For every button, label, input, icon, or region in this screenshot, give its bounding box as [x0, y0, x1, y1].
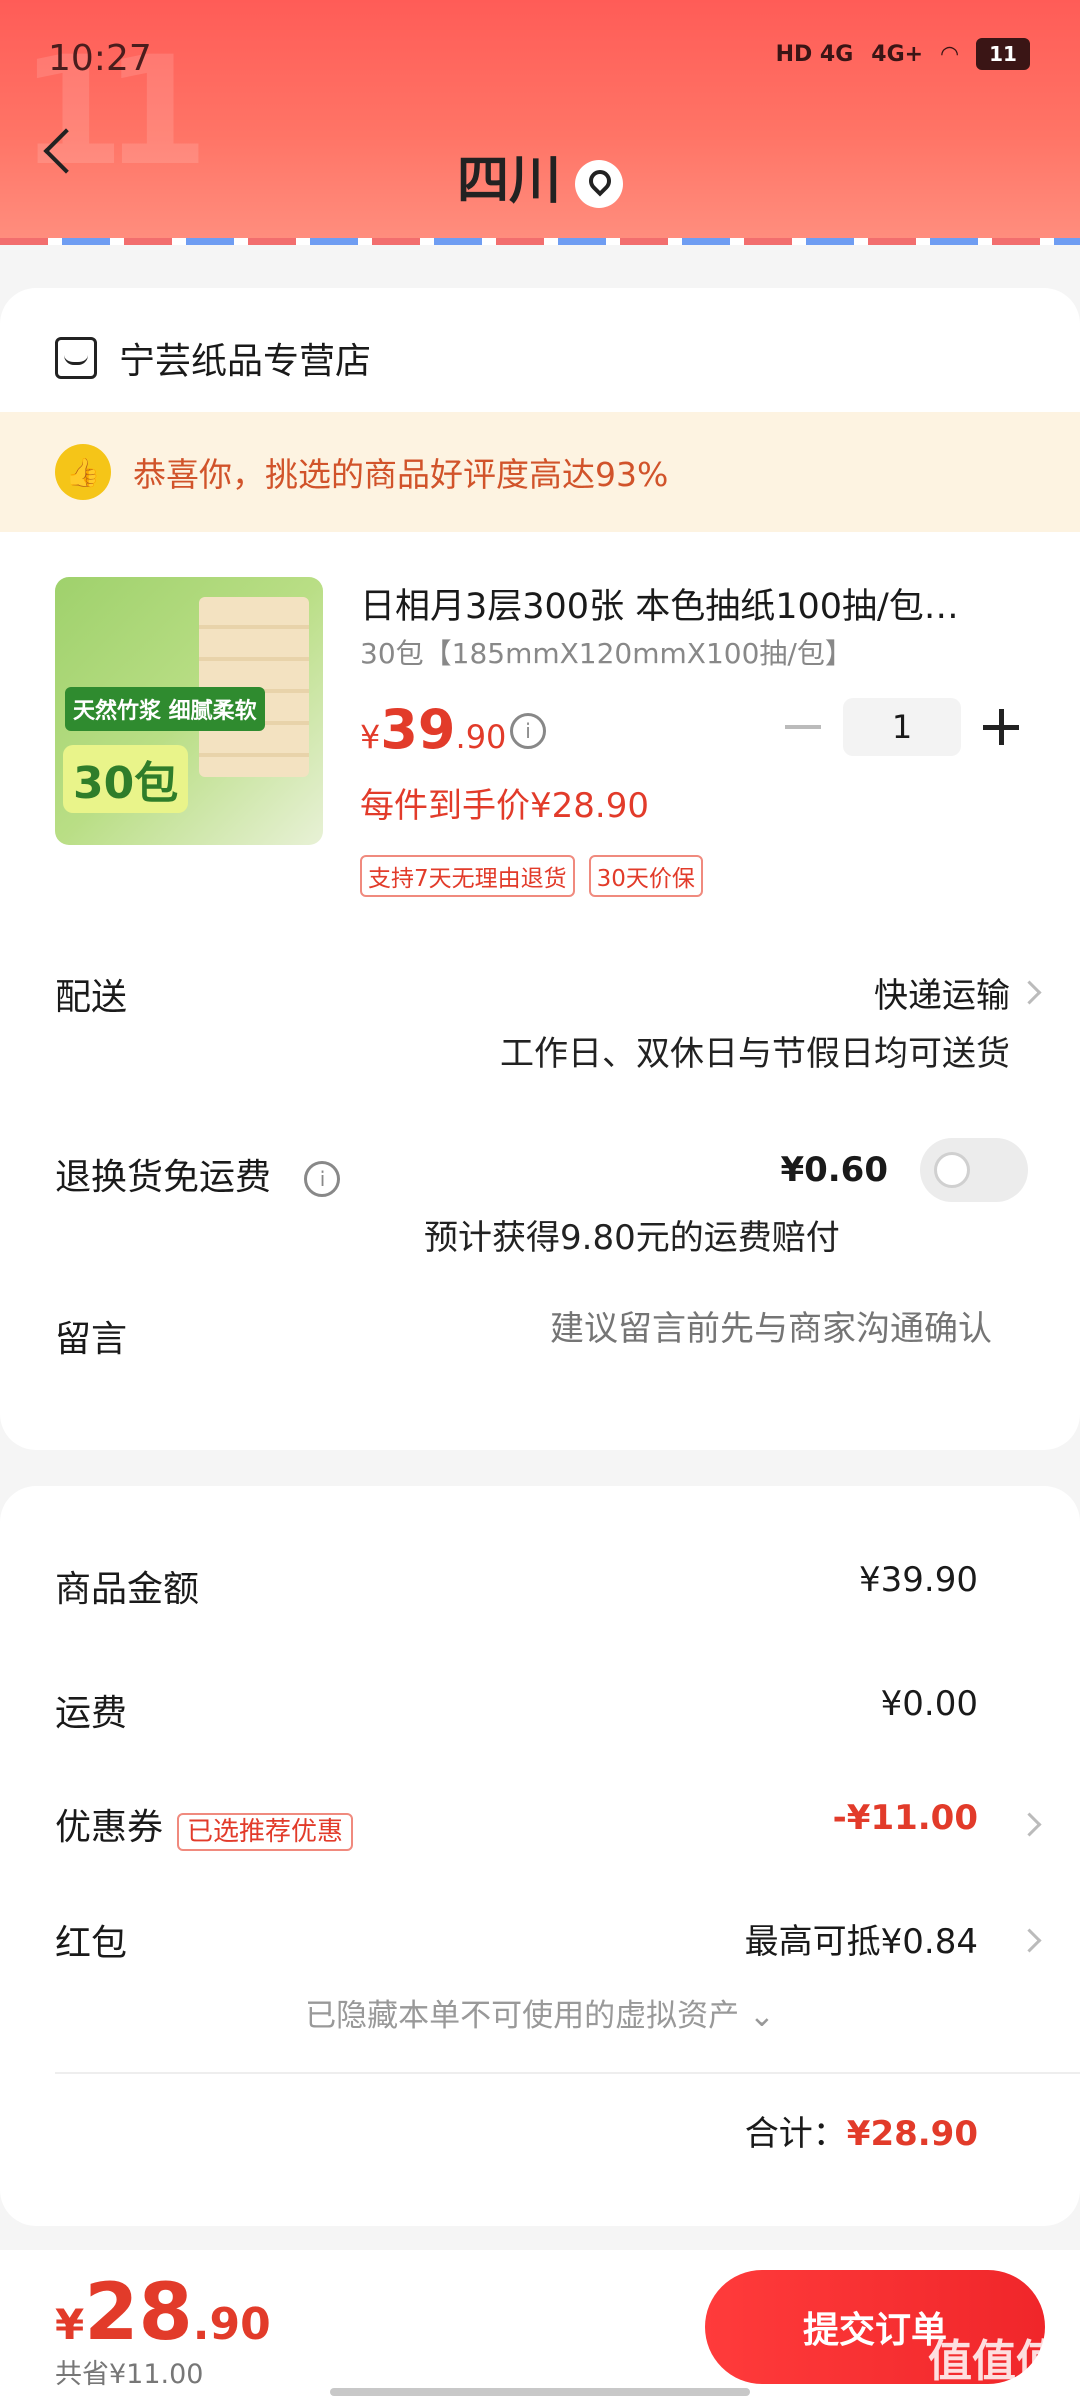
price-currency: ¥ [360, 718, 381, 756]
coupon-label: 优惠券 [55, 1807, 164, 1848]
shipping-label: 运费 [55, 1693, 128, 1734]
return-insurance-text: 退换货免运费 [55, 1157, 272, 1198]
store-icon [55, 337, 97, 379]
header: 11 10:27 HD 4G 4G+ ◠ 11 四川 [0, 0, 1080, 245]
quantity-value[interactable]: 1 [843, 698, 961, 756]
divider [55, 2072, 1080, 2074]
region-selector[interactable]: 四川 [0, 138, 1080, 213]
saved-amount: 共省¥11.00 [55, 2359, 204, 2390]
order-card: 宁芸纸品专营店 👍 恭喜你，挑选的商品好评度高达93% 天然竹浆 细腻柔软 30… [0, 288, 1080, 1450]
pay-dec: .90 [192, 2299, 271, 2350]
network-icon: HD 4G [775, 41, 854, 67]
plus-icon[interactable] [983, 709, 1019, 745]
tag-return: 支持7天无理由退货 [360, 855, 575, 897]
location-icon [575, 160, 623, 208]
minus-icon[interactable] [785, 709, 821, 745]
product-title[interactable]: 日相月3层300张 本色抽纸100抽/包… [360, 578, 1020, 629]
redpacket-label: 红包 [55, 1923, 128, 1964]
total-row: 合计：¥28.90 [745, 2106, 978, 2155]
return-insurance-note: 预计获得9.80元的运费赔付 [424, 1218, 840, 1258]
image-badge: 30包 [63, 745, 189, 813]
coupon-value[interactable]: -¥11.00 [833, 1798, 978, 1838]
envelope-stripe [0, 238, 1080, 245]
price-int: 39 [380, 698, 456, 761]
wifi-icon: ◠ [941, 41, 958, 67]
total-value: ¥28.90 [846, 2114, 978, 2154]
return-insurance-label: 退换货免运费 i [55, 1148, 341, 1200]
delivery-method[interactable]: 快递运输 [874, 968, 1010, 1017]
message-label: 留言 [55, 1319, 128, 1360]
watermark: 值值值 [928, 2336, 1060, 2387]
message-input[interactable] [470, 1308, 994, 1350]
product-tags: 支持7天无理由退货 30天价保 [360, 855, 703, 897]
hidden-assets-toggle[interactable]: 已隐藏本单不可使用的虚拟资产 ⌄ [0, 1990, 1080, 2035]
delivery-label: 配送 [55, 977, 128, 1018]
delivery-note: 工作日、双休日与节假日均可送货 [500, 1034, 1010, 1074]
pay-int: 28 [84, 2268, 193, 2358]
chevron-right-icon[interactable] [1017, 1812, 1042, 1837]
coupon-row[interactable]: 优惠券 已选推荐优惠 [55, 1798, 354, 1851]
region-label: 四川 [456, 151, 561, 211]
chevron-right-icon[interactable] [1017, 1928, 1042, 1953]
store-row[interactable]: 宁芸纸品专营店 [55, 328, 371, 388]
store-name: 宁芸纸品专营店 [119, 341, 372, 382]
thumbs-up-icon: 👍 [55, 444, 111, 500]
rating-banner: 👍 恭喜你，挑选的商品好评度高达93% [0, 412, 1080, 532]
price-dec: .90 [455, 718, 507, 756]
status-time: 10:27 [48, 38, 152, 79]
info-icon[interactable]: i [304, 1161, 341, 1197]
return-insurance-price: ¥0.60 [780, 1150, 888, 1190]
chevron-right-icon[interactable] [1017, 980, 1042, 1005]
total-label: 合计： [744, 2114, 847, 2154]
coupon-badge: 已选推荐优惠 [177, 1812, 354, 1851]
pay-price: ¥28.90 [55, 2268, 271, 2358]
product-spec[interactable]: 30包【185mmX120mmX100抽/包】 [360, 632, 853, 672]
banner-text: 恭喜你，挑选的商品好评度高达93% [133, 455, 669, 494]
price-info-icon[interactable]: i [510, 713, 546, 749]
product-image[interactable]: 天然竹浆 细腻柔软 30包 [55, 577, 323, 845]
home-indicator [330, 2388, 750, 2396]
goods-amount-value: ¥39.90 [859, 1560, 978, 1600]
shipping-value: ¥0.00 [880, 1684, 978, 1724]
return-insurance-toggle[interactable] [920, 1138, 1028, 1202]
goods-amount-label: 商品金额 [55, 1569, 200, 1610]
quantity-stepper: 1 [785, 698, 1019, 756]
network-icon-2: 4G+ [871, 41, 924, 67]
status-icons: HD 4G 4G+ ◠ 11 [776, 38, 1030, 70]
product-price: ¥39.90 [360, 698, 506, 761]
pay-currency: ¥ [55, 2300, 85, 2349]
unit-price: 每件到手价¥28.90 [360, 786, 649, 826]
image-caption: 天然竹浆 细腻柔软 [65, 687, 265, 731]
battery-icon: 11 [976, 38, 1030, 70]
redpacket-value[interactable]: 最高可抵¥0.84 [745, 1914, 978, 1963]
tag-price-protect: 30天价保 [588, 855, 703, 897]
